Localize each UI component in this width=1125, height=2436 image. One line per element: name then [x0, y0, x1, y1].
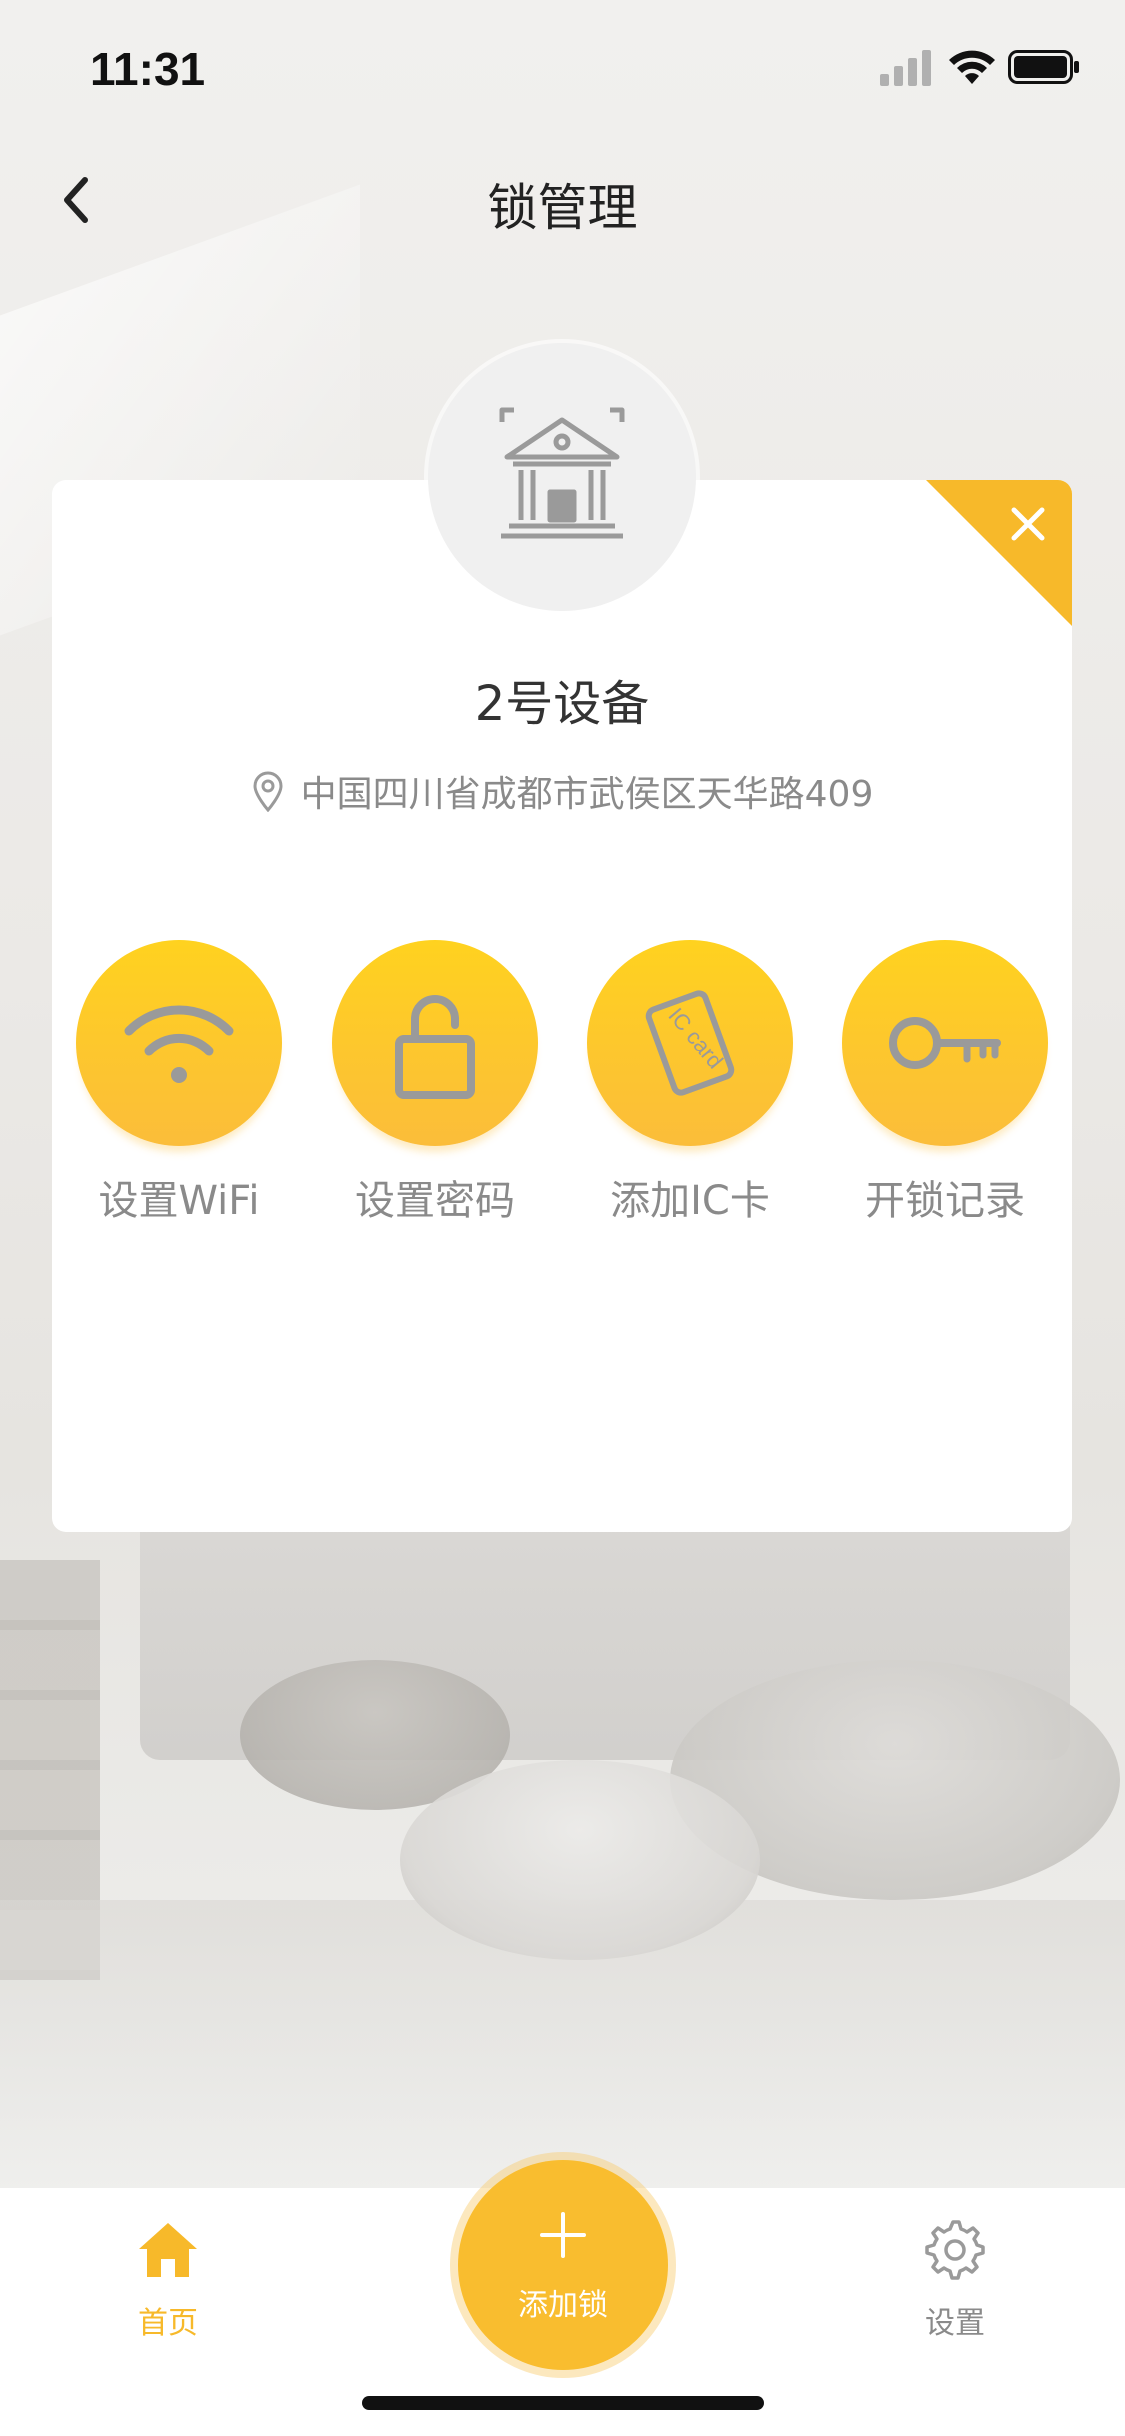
- set-wifi-button[interactable]: 设置WiFi: [64, 940, 294, 1230]
- device-name: 2号设备: [474, 676, 650, 732]
- gear-icon: [925, 2220, 985, 2280]
- address-text: 中国四川省成都市武侯区天华路409: [300, 774, 874, 815]
- action-label: 添加IC卡: [610, 1178, 770, 1224]
- status-bar: 11:31: [0, 0, 1125, 132]
- unlock-icon: [395, 995, 475, 1099]
- wifi-icon: [124, 1005, 234, 1083]
- close-icon: [1011, 507, 1045, 541]
- device-avatar: [428, 343, 696, 611]
- corner-ribbon: [926, 480, 1072, 626]
- navigation-bar: 锁管理: [0, 140, 1125, 260]
- add-ic-card-button[interactable]: IC card 添加IC卡: [575, 940, 805, 1230]
- add-lock-button[interactable]: 添加锁: [458, 2160, 668, 2370]
- action-grid: 设置WiFi 设置密码 IC card 添加IC卡 开锁记录: [52, 940, 1072, 1230]
- tab-home-label: 首页: [138, 2306, 198, 2341]
- home-icon: [139, 2223, 197, 2277]
- home-indicator: [362, 2396, 764, 2410]
- close-button[interactable]: [926, 480, 1072, 626]
- add-lock-label: 添加锁: [518, 2288, 608, 2323]
- background-pouf: [400, 1760, 760, 1960]
- set-password-button[interactable]: 设置密码: [320, 940, 550, 1230]
- tab-settings-label: 设置: [925, 2306, 985, 2341]
- action-circle: [76, 940, 282, 1146]
- cellular-signal-icon: [880, 50, 931, 86]
- status-time: 11:31: [90, 43, 206, 95]
- battery-icon: [1008, 50, 1079, 84]
- ic-card-icon: IC card: [645, 990, 735, 1096]
- action-label: 设置WiFi: [98, 1178, 260, 1224]
- building-icon: [499, 407, 625, 539]
- unlock-records-button[interactable]: 开锁记录: [830, 940, 1060, 1230]
- action-circle: [332, 940, 538, 1146]
- page-title: 锁管理: [487, 179, 638, 237]
- device-address: 中国四川省成都市武侯区天华路409: [52, 765, 1072, 817]
- location-pin-icon: [253, 771, 283, 812]
- action-circle: IC card: [587, 940, 793, 1146]
- key-icon: [889, 1017, 1001, 1069]
- wifi-status-icon: [949, 50, 995, 84]
- action-label: 开锁记录: [865, 1178, 1025, 1224]
- action-label: 设置密码: [355, 1178, 515, 1224]
- tab-settings[interactable]: 设置: [855, 2214, 1055, 2344]
- action-circle: [842, 940, 1048, 1146]
- tab-home[interactable]: 首页: [68, 2214, 268, 2344]
- plus-icon: [540, 2212, 586, 2258]
